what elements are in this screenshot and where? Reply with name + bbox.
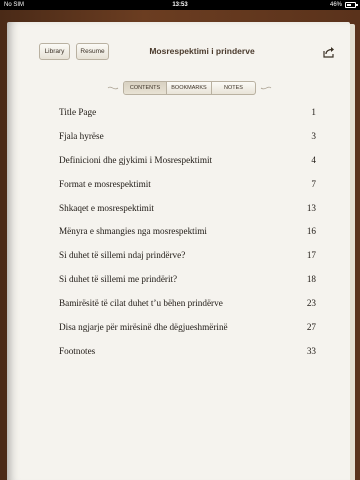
tab-notes[interactable]: NOTES (212, 82, 255, 94)
toc-entry-title: Footnotes (59, 345, 96, 356)
book-cover: Library Resume Mosrespektimi i prinderve… (0, 10, 360, 480)
flourish-right-icon (260, 86, 272, 90)
toc-entry[interactable]: Si duhet të sillemi me prindërit? 18 (59, 271, 316, 295)
toc-entry[interactable]: Format e mosrespektimit 7 (59, 176, 316, 200)
tab-bookmarks[interactable]: BOOKMARKS (167, 82, 212, 94)
toc-entry-page: 7 (311, 178, 316, 189)
battery-percent: 46% (329, 2, 342, 8)
toc-entry-title: Bamirësitë të cilat duhet t’u bëhen prin… (59, 298, 223, 309)
table-of-contents: Title Page 1 Fjala hyrëse 3 Definicioni … (59, 104, 316, 367)
toc-tab-bar: CONTENTS BOOKMARKS NOTES (123, 81, 256, 95)
toc-entry-title: Mënyra e shmangies nga mosrespektimi (59, 226, 207, 237)
resume-button[interactable]: Resume (76, 43, 109, 60)
toc-entry-page: 13 (306, 202, 316, 213)
toc-entry-title: Fjala hyrëse (59, 130, 104, 141)
toc-entry[interactable]: Title Page 1 (59, 104, 316, 128)
toc-entry-page: 23 (306, 298, 316, 309)
toc-entry[interactable]: Definicioni dhe gjykimi i Mosrespektimit… (59, 152, 316, 176)
toc-entry[interactable]: Disa ngjarje për mirësinë dhe dëgjueshmë… (59, 319, 316, 343)
toc-entry-page: 4 (311, 154, 316, 165)
toc-entry-page: 16 (306, 226, 316, 237)
toc-entry-title: Si duhet të sillemi me prindërit? (59, 274, 178, 285)
clock: 13:53 (172, 2, 188, 8)
book-page: Library Resume Mosrespektimi i prinderve… (7, 22, 350, 480)
toc-entry[interactable]: Si duhet të sillemi ndaj prindërve? 17 (59, 247, 316, 271)
toc-entry-title: Definicioni dhe gjykimi i Mosrespektimit (59, 154, 213, 165)
toc-entry-page: 17 (306, 250, 316, 261)
toc-entry[interactable]: Footnotes 33 (59, 343, 316, 367)
toc-entry-title: Shkaqet e mosrespektimit (59, 202, 154, 213)
share-icon[interactable] (323, 46, 335, 58)
toc-entry-page: 1 (311, 107, 316, 117)
toc-entry-title: Si duhet të sillemi ndaj prindërve? (59, 250, 186, 261)
toc-entry-page: 18 (306, 274, 316, 285)
library-button[interactable]: Library (39, 43, 70, 60)
toc-entry-title: Disa ngjarje për mirësinë dhe dëgjueshmë… (59, 322, 228, 333)
flourish-left-icon (107, 86, 119, 90)
battery-icon (345, 2, 358, 8)
toc-entry[interactable]: Mënyra e shmangies nga mosrespektimi 16 (59, 223, 316, 247)
status-bar: No SIM 13:53 46% (0, 0, 360, 10)
toc-entry-page: 27 (306, 322, 316, 333)
toc-entry-title: Format e mosrespektimit (59, 178, 151, 189)
tab-contents[interactable]: CONTENTS (124, 82, 167, 94)
toc-entry[interactable]: Bamirësitë të cilat duhet t’u bëhen prin… (59, 295, 316, 319)
toc-entry[interactable]: Fjala hyrëse 3 (59, 128, 316, 152)
toc-entry-title: Title Page (59, 107, 97, 117)
book-title: Mosrespektimi i prinderve (149, 46, 255, 56)
toc-entry-page: 33 (306, 345, 316, 356)
toc-entry[interactable]: Shkaqet e mosrespektimit 13 (59, 200, 316, 224)
toc-entry-page: 3 (311, 130, 316, 141)
